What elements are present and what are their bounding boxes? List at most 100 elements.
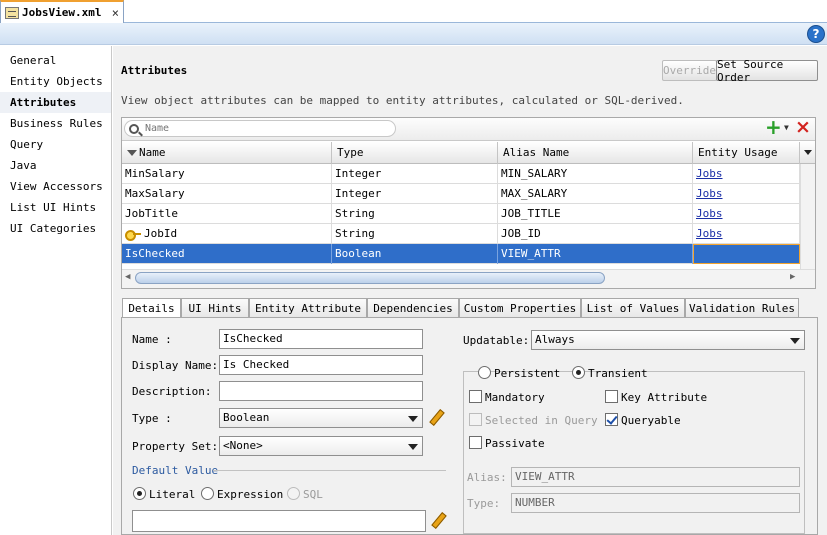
sql-radio[interactable] xyxy=(287,487,300,500)
literal-radio[interactable] xyxy=(133,487,146,500)
delete-attribute-icon[interactable]: × xyxy=(795,117,813,137)
nav-item-ui-categories[interactable]: UI Categories xyxy=(0,218,111,239)
mandatory-checkbox[interactable] xyxy=(469,390,482,403)
column-type-field: NUMBER xyxy=(511,493,800,513)
file-tab-label: JobsView.xml xyxy=(22,6,102,19)
transient-label: Transient xyxy=(588,367,648,380)
tab-custom-properties[interactable]: Custom Properties xyxy=(459,298,581,318)
name-field[interactable]: IsChecked xyxy=(219,329,423,349)
nav-item-view-accessors[interactable]: View Accessors xyxy=(0,176,111,197)
nav-item-list-ui-hints[interactable]: List UI Hints xyxy=(0,197,111,218)
set-source-order-button[interactable]: Set Source Order xyxy=(716,58,818,84)
sort-descending-icon xyxy=(127,150,137,156)
column-type-label: Type: xyxy=(467,497,501,510)
mandatory-label: Mandatory xyxy=(485,391,545,404)
entity-usage-link[interactable]: Jobs xyxy=(696,227,723,240)
key-attribute-checkbox[interactable] xyxy=(605,390,618,403)
expression-radio[interactable] xyxy=(201,487,214,500)
tab-validation-rules[interactable]: Validation Rules xyxy=(685,298,799,318)
scroll-left-icon[interactable]: ◀ xyxy=(125,272,130,282)
search-icon xyxy=(129,123,139,134)
vertical-scrollbar[interactable] xyxy=(800,164,815,269)
column-header-alias[interactable]: Alias Name xyxy=(498,142,693,164)
table-row[interactable]: MaxSalary Integer MAX_SALARY Jobs xyxy=(122,184,800,204)
property-set-select[interactable]: <None> xyxy=(219,436,423,456)
selected-in-query-checkbox[interactable] xyxy=(469,413,482,426)
nav-item-query[interactable]: Query xyxy=(0,134,111,155)
cell-entity-usage: Jobs xyxy=(693,164,800,184)
table-row[interactable]: MinSalary Integer MIN_SALARY Jobs xyxy=(122,164,800,184)
cell-alias: JOB_ID xyxy=(498,224,693,244)
add-attribute-icon[interactable]: + xyxy=(765,117,783,137)
cell-type: String xyxy=(332,224,498,244)
persistent-label: Persistent xyxy=(494,367,561,380)
edit-default-pencil-icon[interactable] xyxy=(430,512,446,528)
nav-item-java[interactable]: Java xyxy=(0,155,111,176)
tab-ui-hints[interactable]: UI Hints xyxy=(181,298,249,318)
tab-dependencies[interactable]: Dependencies xyxy=(367,298,459,318)
column-header-type[interactable]: Type xyxy=(332,142,498,164)
scroll-right-icon[interactable]: ▶ xyxy=(790,272,795,282)
table-row[interactable]: JobTitle String JOB_TITLE Jobs xyxy=(122,204,800,224)
default-value-field[interactable] xyxy=(132,510,426,532)
queryable-checkbox[interactable] xyxy=(605,413,618,426)
nav-item-business-rules[interactable]: Business Rules xyxy=(0,113,111,134)
sidebar-nav: General Entity Objects Attributes Busine… xyxy=(0,46,112,535)
description-label: Description: xyxy=(132,385,212,398)
table-row-selected[interactable]: IsChecked Boolean VIEW_ATTR xyxy=(122,244,800,264)
sql-label: SQL xyxy=(303,488,323,501)
scrollbar-thumb[interactable] xyxy=(135,272,605,284)
nav-item-general[interactable]: General xyxy=(0,50,111,71)
attributes-description: View object attributes can be mapped to … xyxy=(121,94,684,107)
entity-usage-link[interactable]: Jobs xyxy=(696,207,723,220)
chevron-down-icon xyxy=(408,416,418,422)
editor-header-bar xyxy=(0,23,827,45)
override-button[interactable]: Override xyxy=(662,60,717,81)
close-icon[interactable]: × xyxy=(112,6,119,20)
cell-alias: MIN_SALARY xyxy=(498,164,693,184)
nav-item-entity-objects[interactable]: Entity Objects xyxy=(0,71,111,92)
help-button[interactable]: ? xyxy=(807,25,825,43)
persistent-radio[interactable] xyxy=(478,366,491,379)
add-dropdown-icon[interactable]: ▼ xyxy=(784,123,789,132)
tab-details[interactable]: Details xyxy=(122,298,181,319)
table-row[interactable]: JobId String JOB_ID Jobs xyxy=(122,224,800,244)
cell-entity-usage-editing[interactable] xyxy=(693,244,800,264)
name-label: Name : xyxy=(132,333,172,346)
search-field[interactable] xyxy=(124,120,396,137)
cell-name: MaxSalary xyxy=(122,184,332,204)
type-label: Type : xyxy=(132,412,172,425)
cell-type: Integer xyxy=(332,164,498,184)
display-name-field[interactable]: Is Checked xyxy=(219,355,423,375)
cell-name: JobId xyxy=(122,224,332,244)
column-header-entity-usage[interactable]: Entity Usage xyxy=(693,142,800,164)
tab-list-of-values[interactable]: List of Values xyxy=(581,298,685,318)
column-menu-icon[interactable] xyxy=(804,150,812,155)
edit-type-pencil-icon[interactable] xyxy=(428,409,444,425)
file-tab[interactable]: JobsView.xml × xyxy=(0,0,124,23)
default-value-heading: Default Value xyxy=(132,464,219,477)
display-name-label: Display Name: xyxy=(132,359,219,372)
passivate-label: Passivate xyxy=(485,437,545,450)
cell-entity-usage: Jobs xyxy=(693,224,800,244)
nav-item-attributes[interactable]: Attributes xyxy=(0,92,111,113)
description-field[interactable] xyxy=(219,381,423,401)
entity-usage-link[interactable]: Jobs xyxy=(696,167,723,180)
divider xyxy=(213,470,446,471)
editor-tab-strip xyxy=(0,0,827,23)
queryable-label: Queryable xyxy=(621,414,681,427)
type-select[interactable]: Boolean xyxy=(219,408,423,428)
column-header-name[interactable]: Name xyxy=(122,142,332,164)
updatable-select[interactable]: Always xyxy=(531,330,805,350)
search-input[interactable] xyxy=(145,123,365,134)
transient-radio[interactable] xyxy=(572,366,585,379)
tab-entity-attribute[interactable]: Entity Attribute xyxy=(249,298,367,318)
cell-alias: MAX_SALARY xyxy=(498,184,693,204)
table-header: Name Type Alias Name Entity Usage xyxy=(122,142,815,164)
property-set-label: Property Set: xyxy=(132,440,219,453)
key-icon xyxy=(125,230,141,241)
cell-alias: JOB_TITLE xyxy=(498,204,693,224)
alias-label: Alias: xyxy=(467,471,507,484)
entity-usage-link[interactable]: Jobs xyxy=(696,187,723,200)
passivate-checkbox[interactable] xyxy=(469,436,482,449)
